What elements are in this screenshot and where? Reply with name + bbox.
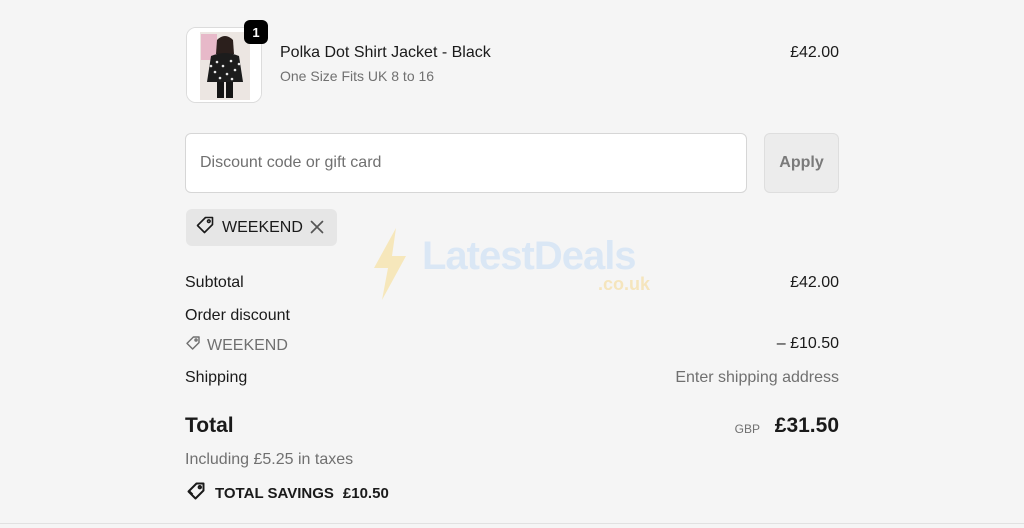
discount-code-text: WEEKEND <box>207 336 288 354</box>
total-amount: £31.50 <box>774 414 839 437</box>
savings-label: TOTAL SAVINGS <box>215 484 334 502</box>
discount-value: – £10.50 <box>776 335 839 352</box>
tag-icon <box>186 481 206 505</box>
divider <box>0 523 1024 524</box>
bolt-icon <box>374 228 406 300</box>
applied-discount-chip: WEEKEND <box>186 209 337 246</box>
shipping-label: Shipping <box>185 369 248 386</box>
quantity-badge: 1 <box>244 20 268 44</box>
apply-button[interactable]: Apply <box>764 133 839 193</box>
total-currency: GBP <box>734 422 760 436</box>
discount-code-line: WEEKEND <box>185 335 288 356</box>
order-discount-label: Order discount <box>185 307 290 324</box>
shipping-value: Enter shipping address <box>675 369 839 386</box>
applied-code-label: WEEKEND <box>222 218 303 236</box>
close-icon[interactable] <box>309 219 325 240</box>
discount-code-input[interactable] <box>185 133 747 193</box>
subtotal-label: Subtotal <box>185 274 244 291</box>
product-variant: One Size Fits UK 8 to 16 <box>280 68 435 84</box>
product-price: £42.00 <box>790 44 839 61</box>
taxes-note: Including £5.25 in taxes <box>185 451 354 468</box>
tag-icon <box>185 335 201 356</box>
subtotal-value: £42.00 <box>790 274 839 291</box>
watermark-brand: LatestDeals <box>422 234 637 278</box>
product-title: Polka Dot Shirt Jacket - Black <box>280 44 491 61</box>
savings-amount: £10.50 <box>342 484 389 502</box>
watermark: LatestDeals .co.uk <box>370 228 660 300</box>
watermark-suffix: .co.uk <box>598 274 651 294</box>
order-summary-page: 1 Polka Dot Shirt Jacket - Black One Siz… <box>0 0 1024 528</box>
total-savings: TOTAL SAVINGS £10.50 <box>186 481 389 505</box>
tag-icon <box>195 215 215 240</box>
total-label: Total <box>185 414 234 437</box>
